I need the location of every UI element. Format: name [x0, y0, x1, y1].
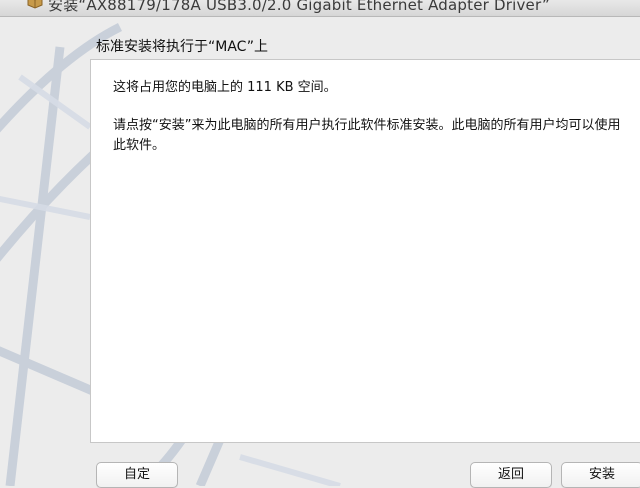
window-titlebar[interactable]: 安装“AX88179/178A USB3.0/2.0 Gigabit Ether… — [0, 0, 640, 17]
page-heading: 标准安装将执行于“MAC”上 — [96, 39, 268, 55]
install-button[interactable]: 安装 — [561, 462, 640, 488]
disk-space-text: 这将占用您的电脑上的 111 KB 空间。 — [113, 80, 337, 95]
back-button[interactable]: 返回 — [470, 462, 552, 488]
customize-button[interactable]: 自定 — [96, 462, 178, 488]
window-title: 安装“AX88179/178A USB3.0/2.0 Gigabit Ether… — [48, 0, 550, 14]
install-description: 请点按“安装”来为此电脑的所有用户执行此软件标准安装。此电脑的所有用户均可以使用… — [113, 118, 621, 153]
package-icon — [27, 0, 43, 9]
install-info-panel: 这将占用您的电脑上的 111 KB 空间。 请点按“安装”来为此电脑的所有用户执… — [90, 59, 640, 443]
